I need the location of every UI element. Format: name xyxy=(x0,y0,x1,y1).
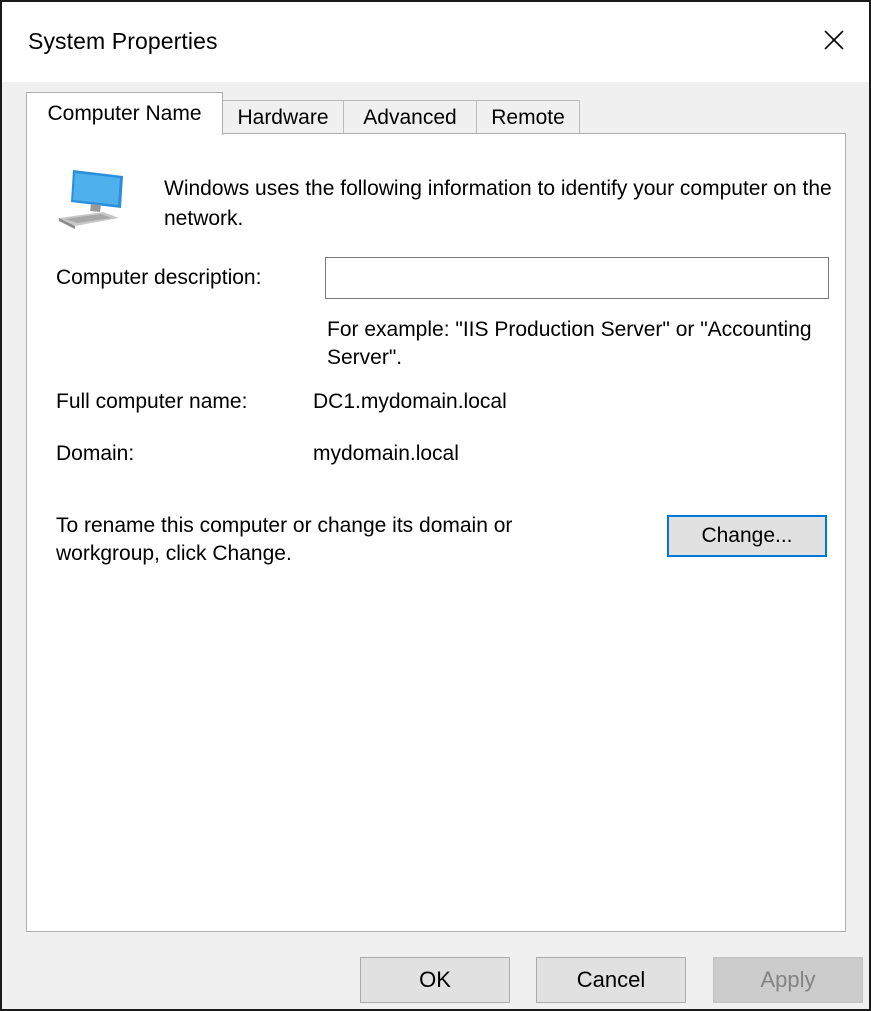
description-hint: For example: "IIS Production Server" or … xyxy=(327,318,812,369)
tab-label: Hardware xyxy=(237,105,329,129)
tab-hardware[interactable]: Hardware xyxy=(222,100,344,134)
title-bar: System Properties xyxy=(2,2,869,82)
close-button[interactable] xyxy=(799,2,869,78)
close-icon xyxy=(824,30,844,50)
tab-label: Computer Name xyxy=(47,102,202,125)
window-title: System Properties xyxy=(28,28,218,54)
tab-label: Advanced xyxy=(363,105,457,129)
computer-name-panel: Windows uses the following information t… xyxy=(26,133,846,932)
full-computer-name-value: DC1.mydomain.local xyxy=(313,390,507,413)
full-computer-name-label: Full computer name: xyxy=(56,390,248,413)
computer-icon xyxy=(59,170,123,229)
change-button[interactable]: Change... xyxy=(667,515,827,557)
apply-button: Apply xyxy=(713,957,863,1003)
tab-strip: Computer Name Hardware Advanced Remote xyxy=(26,92,845,135)
computer-description-input[interactable] xyxy=(325,257,829,299)
tab-advanced[interactable]: Advanced xyxy=(343,100,477,134)
rename-instructions: To rename this computer or change its do… xyxy=(56,514,513,565)
intro-text: Windows uses the following information t… xyxy=(164,177,832,230)
domain-value: mydomain.local xyxy=(313,442,459,465)
cancel-button[interactable]: Cancel xyxy=(536,957,686,1003)
computer-description-label: Computer description: xyxy=(56,266,262,289)
tab-remote[interactable]: Remote xyxy=(476,100,580,134)
tab-computer-name[interactable]: Computer Name xyxy=(26,92,223,135)
system-properties-window: System Properties Computer Name Hardware… xyxy=(0,0,871,1011)
ok-button[interactable]: OK xyxy=(360,957,510,1003)
tab-label: Remote xyxy=(491,105,565,129)
domain-label: Domain: xyxy=(56,442,135,465)
